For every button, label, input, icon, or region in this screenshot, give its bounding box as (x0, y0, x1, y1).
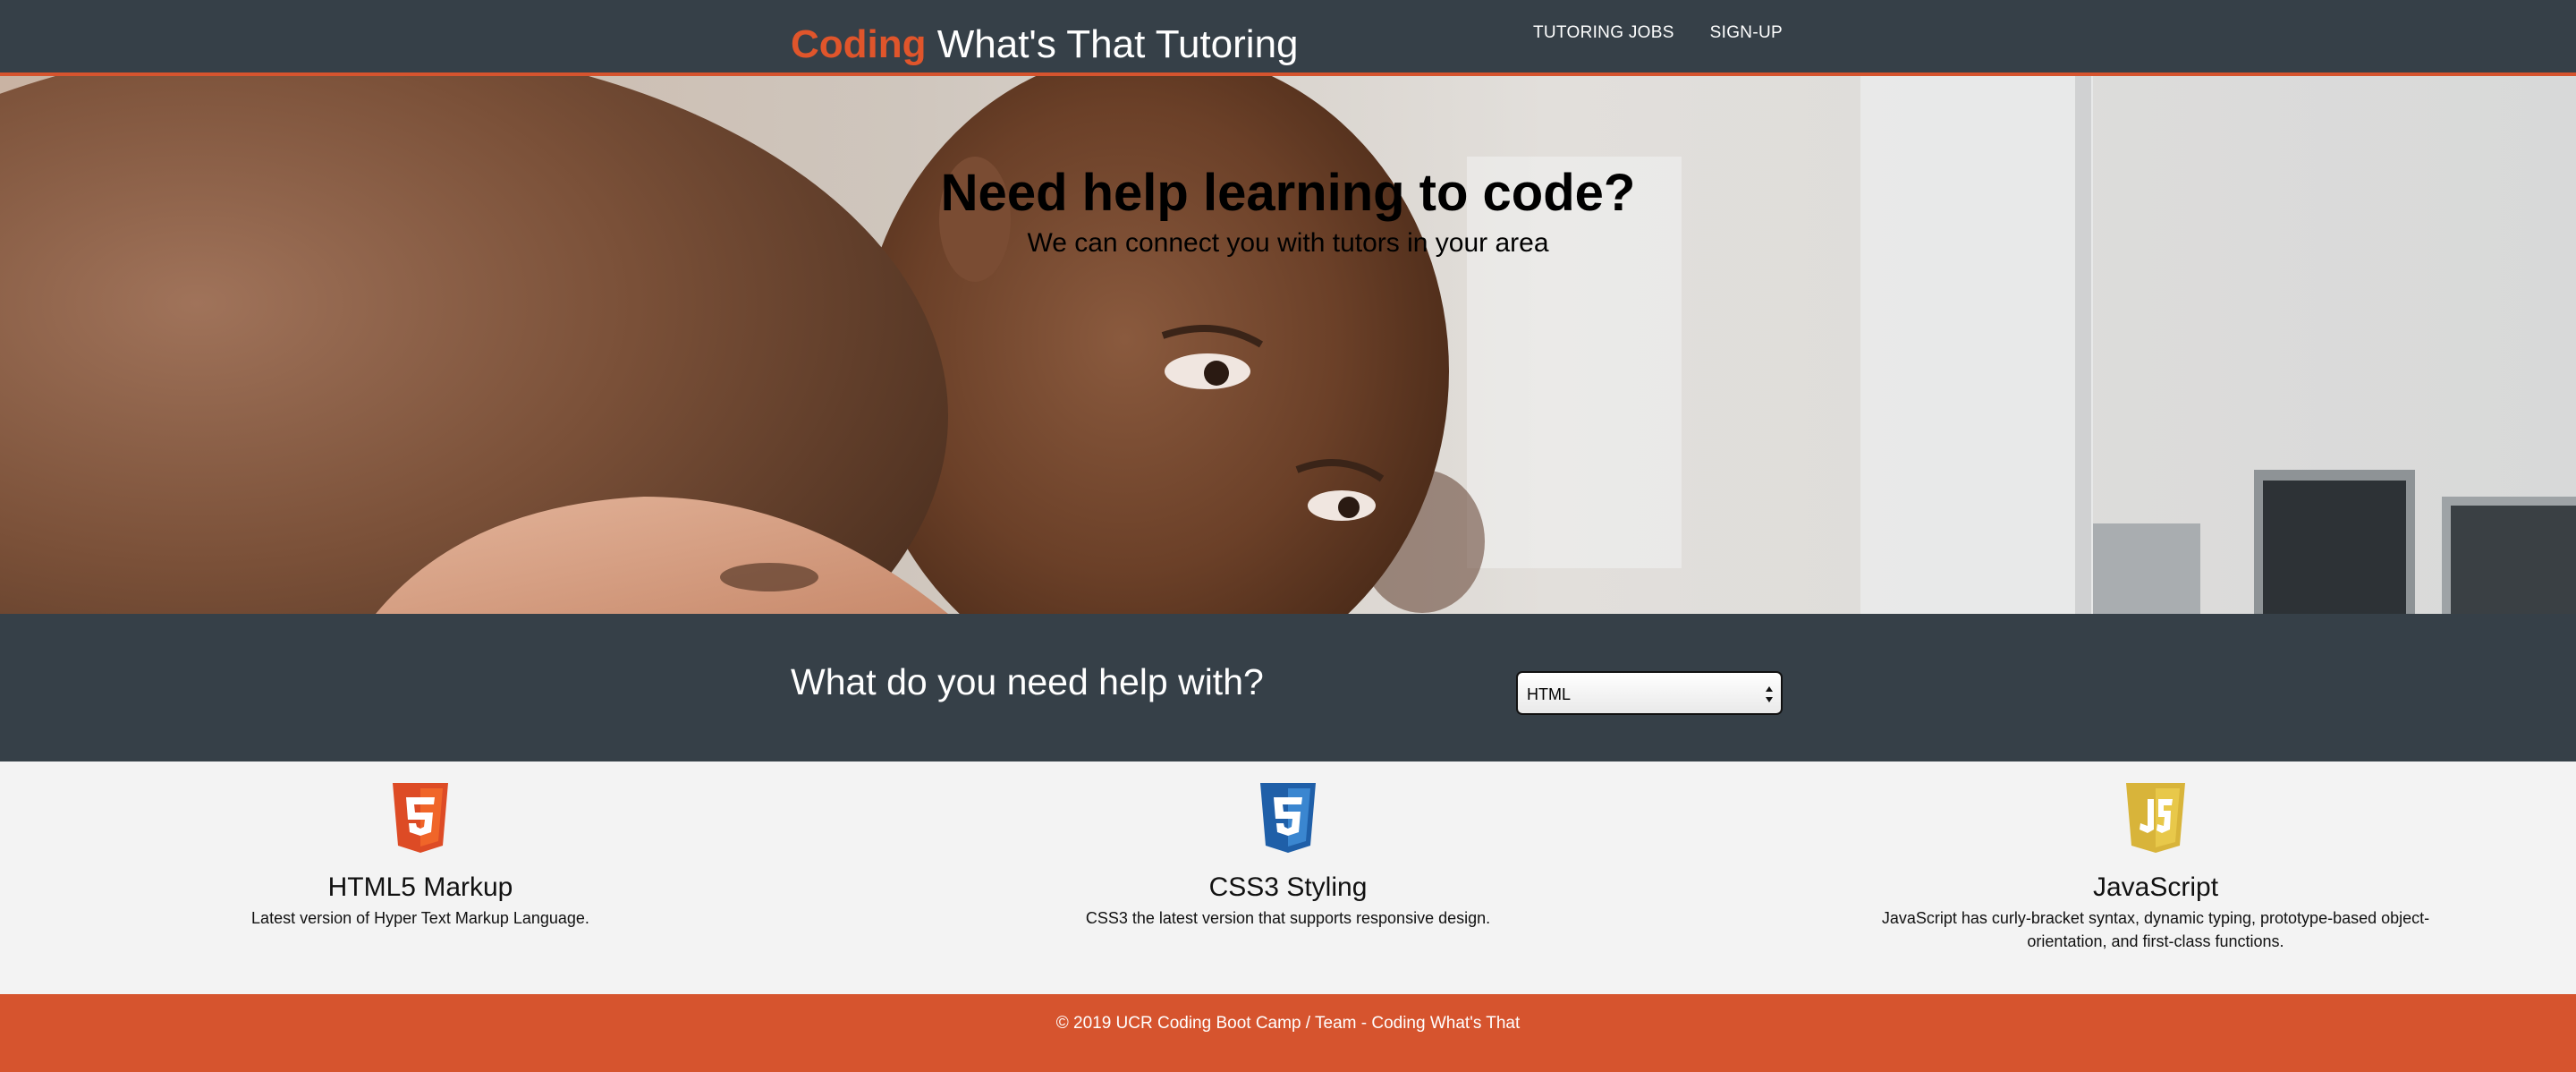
nav-tutoring-jobs-link[interactable]: TUTORING JOBS (1533, 21, 1674, 45)
site-footer: © 2019 UCR Coding Boot Camp / Team - Cod… (0, 994, 2576, 1072)
brand-accent-word: Coding (791, 22, 927, 66)
footer-copyright: © 2019 UCR Coding Boot Camp / Team - Cod… (1055, 1014, 1521, 1033)
feature-css3-description: CSS3 the latest version that supports re… (1085, 909, 1491, 927)
hero-text: Need help learning to code? We can conne… (0, 161, 2576, 261)
hero-title: Need help learning to code? (940, 164, 1636, 222)
javascript-logo-icon (2126, 783, 2185, 853)
language-select-value: HTML (1527, 685, 1571, 703)
feature-html5: HTML5 Markup Latest version of Hyper Tex… (143, 783, 698, 930)
hero-photo (0, 76, 2576, 614)
language-select[interactable]: HTML (1516, 671, 1783, 715)
feature-css3-title: CSS3 Styling (1208, 872, 1368, 902)
brand-rest: What's That Tutoring (926, 22, 1299, 66)
nav-sign-up-link[interactable]: SIGN-UP (1710, 21, 1783, 45)
feature-javascript: JavaScript JavaScript has curly-bracket … (1878, 783, 2433, 953)
help-heading: What do you need help with? (791, 661, 1264, 702)
feature-javascript-description: JavaScript has curly-bracket syntax, dyn… (1881, 909, 2430, 950)
site-brand[interactable]: Coding What's That Tutoring (791, 18, 1299, 72)
help-section: What do you need help with? HTML (0, 614, 2576, 761)
feature-javascript-title: JavaScript (2092, 872, 2219, 902)
feature-html5-title: HTML5 Markup (327, 872, 513, 902)
features-section: HTML5 Markup Latest version of Hyper Tex… (0, 761, 2576, 994)
select-arrows-icon (1766, 686, 1773, 702)
feature-css3: CSS3 Styling CSS3 the latest version tha… (1011, 783, 1565, 930)
site-header: Coding What's That Tutoring TUTORING JOB… (0, 0, 2576, 76)
html5-logo-icon (393, 783, 448, 853)
hero-subtitle: We can connect you with tutors in your a… (1027, 228, 1549, 258)
css3-logo-icon (1260, 783, 1316, 853)
main-nav: TUTORING JOBS SIGN-UP (1533, 21, 1783, 45)
feature-html5-description: Latest version of Hyper Text Markup Lang… (251, 909, 589, 927)
hero-banner: Need help learning to code? We can conne… (0, 76, 2576, 614)
